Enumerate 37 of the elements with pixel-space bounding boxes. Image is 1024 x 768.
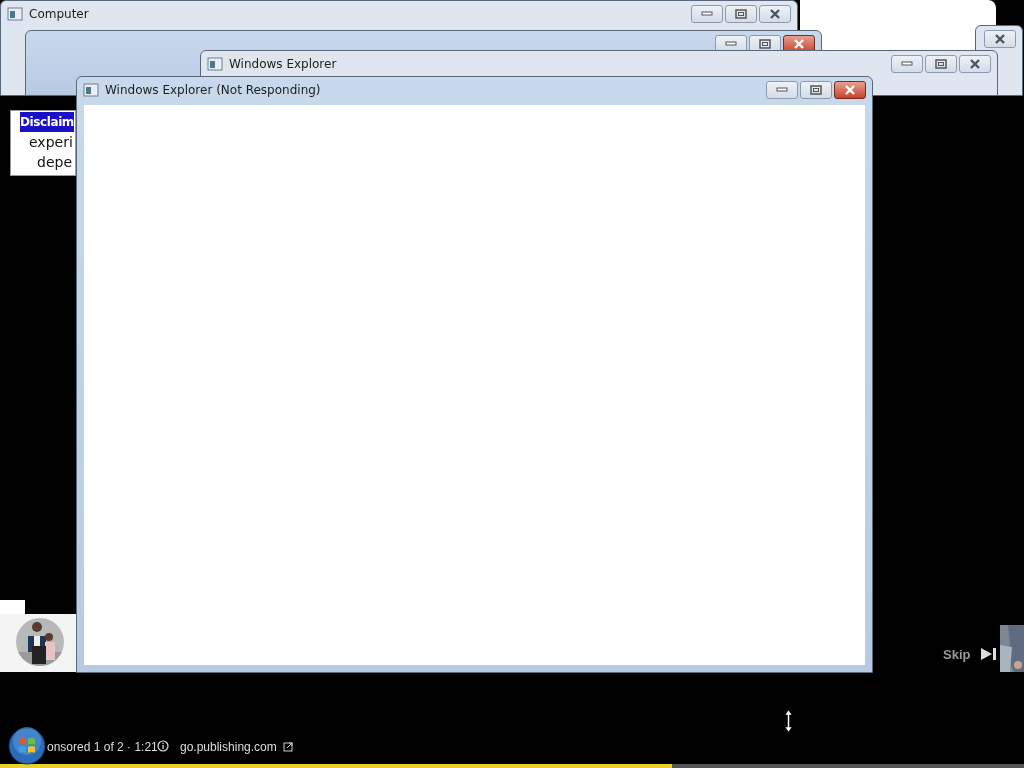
- maximize-button[interactable]: [925, 55, 957, 73]
- disclaimer-text: depe: [37, 153, 73, 172]
- close-button[interactable]: [834, 81, 866, 99]
- sponsor-text: onsored 1 of 2 · 1:21: [47, 739, 158, 756]
- window-title: Computer: [29, 6, 89, 23]
- maximize-button[interactable]: [725, 5, 757, 23]
- close-button[interactable]: [959, 55, 991, 73]
- maximize-icon: [810, 85, 822, 95]
- start-button[interactable]: [8, 727, 46, 765]
- maximize-icon: [935, 59, 947, 69]
- disclaimer-heading: Disclaim: [20, 112, 74, 132]
- window-icon: [7, 7, 23, 21]
- close-icon: [969, 59, 981, 69]
- window-title: Windows Explorer: [229, 56, 337, 73]
- close-icon: [994, 34, 1006, 44]
- disclaimer-text: experi: [29, 133, 74, 152]
- close-icon: [844, 85, 856, 95]
- minimize-icon: [701, 11, 713, 17]
- resize-cursor-icon: [784, 709, 793, 733]
- window-icon: [83, 83, 99, 97]
- close-icon: [769, 9, 781, 19]
- external-link-icon[interactable]: [283, 742, 293, 752]
- minimize-icon: [901, 61, 913, 67]
- skip-icon[interactable]: [980, 647, 998, 661]
- ad-link[interactable]: go.publishing.com: [180, 738, 277, 756]
- window-icon: [207, 57, 223, 71]
- minimize-icon: [776, 87, 788, 93]
- close-button[interactable]: [759, 5, 791, 23]
- close-button[interactable]: [984, 30, 1016, 48]
- close-icon: [793, 39, 805, 49]
- maximize-button[interactable]: [800, 81, 832, 99]
- maximize-icon: [759, 39, 771, 49]
- maximize-icon: [735, 9, 747, 19]
- skip-label[interactable]: Skip: [943, 645, 971, 665]
- window-title: Windows Explorer (Not Responding): [105, 82, 321, 99]
- minimize-icon: [725, 41, 737, 47]
- info-icon[interactable]: [157, 740, 169, 752]
